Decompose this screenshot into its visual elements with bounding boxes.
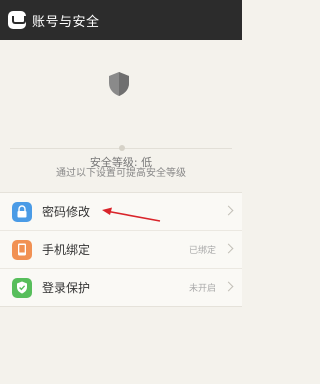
chevron-right-icon <box>223 205 234 216</box>
lock-icon <box>12 201 32 222</box>
phone-binding-row[interactable]: 手机绑定 已绑定 <box>0 231 242 269</box>
phone-binding-status: 已绑定 <box>188 246 216 256</box>
chat-app-icon[interactable] <box>8 11 26 29</box>
login-protection-row[interactable]: 登录保护 未开启 <box>0 269 242 306</box>
security-level-panel: 安全等级: 低 <box>0 40 242 178</box>
chevron-right-icon <box>223 243 234 254</box>
login-protection-status: 未开启 <box>188 284 216 294</box>
page-title: 账号与安全 <box>32 14 100 30</box>
chevron-right-icon <box>223 281 234 292</box>
phone-binding-label: 手机绑定 <box>42 243 91 257</box>
login-protection-label: 登录保护 <box>42 281 91 295</box>
phone-icon <box>12 239 32 260</box>
security-hint: 通过以下设置可提高安全等级 <box>56 168 186 179</box>
shield-icon <box>109 72 129 96</box>
shield-check-icon <box>12 277 32 298</box>
title-bar: 账号与安全 <box>0 0 242 40</box>
red-arrow-annotation <box>102 207 161 222</box>
divider-dot <box>119 145 125 151</box>
password-change-label: 密码修改 <box>42 205 91 219</box>
